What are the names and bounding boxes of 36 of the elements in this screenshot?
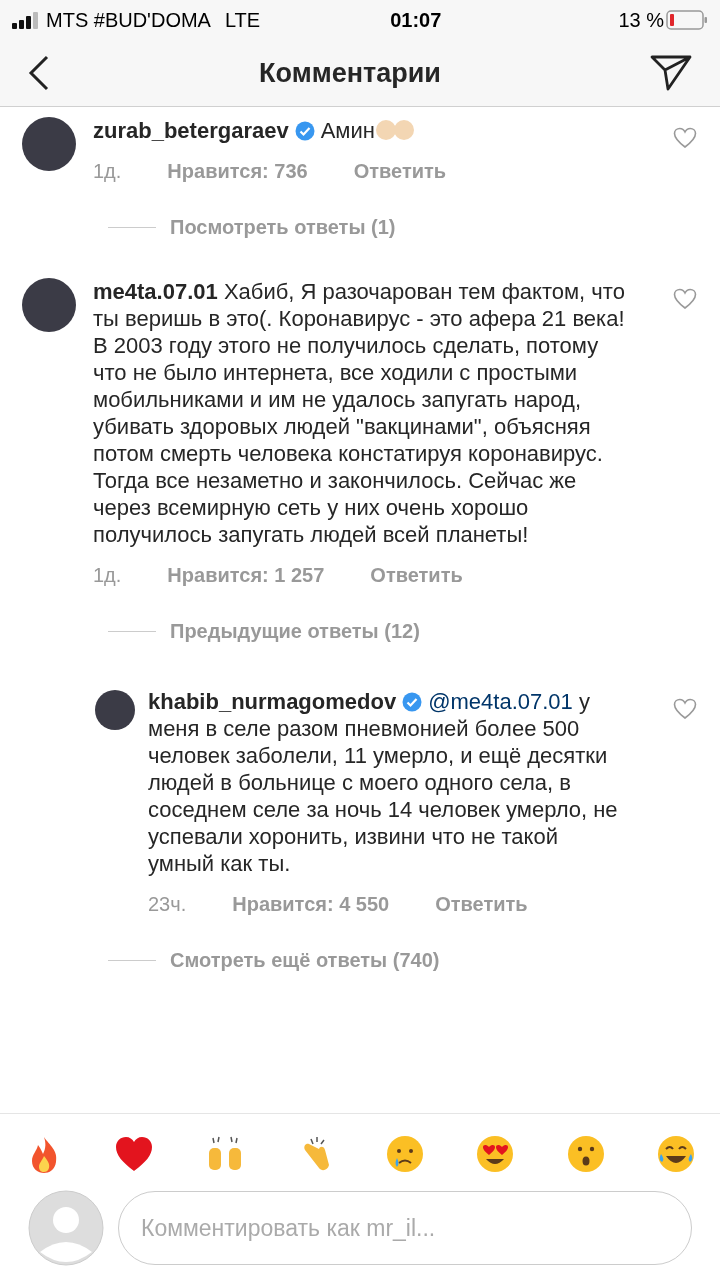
network-type: LTE [224,8,261,33]
comment-time: 1д. [93,159,122,184]
page-title: Комментарии [259,56,441,90]
heart-icon[interactable] [673,288,697,310]
reply-button[interactable]: Ответить [435,889,528,919]
clock: 01:07 [390,8,442,33]
laughing-emoji-icon[interactable] [655,1134,696,1174]
reply-button[interactable]: Ответить [353,156,447,186]
carrier-name: MTS #BUD'DOMA [46,8,211,33]
crying-emoji-icon[interactable] [385,1134,426,1174]
view-replies-link[interactable]: Посмотреть ответы (1) [170,212,396,242]
send-button[interactable] [650,54,692,92]
comment-text: me4ta.07.01 Хабиб, Я разочарован тем фактом, что ты веришь в это(. Коронавирус - это афера 21 века! В 2003 году этого не получилось сделать, потому что не было интернета, все ходили с простыми мобильниками и им не удалось запугать народ, убивать здоровых людей "вакцинами", объясняя потом смерть человека констатируя коронавирус. Тогда все незаметно и закончилось. Сейчас же через всемирную сеть у них очень хорошо получилось запугать людей всей планеты! [93,278,626,548]
heart-icon[interactable] [673,698,697,720]
avatar-photo-placeholder [95,690,135,730]
battery-percent: 13 % [618,8,664,33]
surprised-emoji-icon[interactable] [565,1134,606,1174]
likes-count[interactable]: Нравится: 736 [167,156,308,186]
heart-eyes-emoji-icon[interactable] [475,1134,516,1174]
heart-emoji-icon[interactable] [114,1134,155,1174]
likes-count[interactable]: Нравится: 1 257 [167,560,325,590]
avatar-photo-placeholder [22,117,76,171]
view-replies-link[interactable]: Смотреть ещё ответы (740) [170,945,440,975]
avatar-photo-placeholder [22,278,76,332]
comment-time: 1д. [93,563,122,588]
comment-time: 23ч. [148,892,187,917]
back-button[interactable] [28,55,50,91]
heart-icon[interactable] [673,127,697,149]
battery-icon [666,10,708,30]
reply-button[interactable]: Ответить [370,560,463,590]
signal-icon [12,11,40,29]
likes-count[interactable]: Нравится: 4 550 [232,889,390,919]
view-replies-link[interactable]: Предыдущие ответы (12) [170,616,420,646]
comment-text: zurab_betergaraev Амин [93,117,650,144]
comment-text: khabib_nurmagomedov @me4ta.07.01 у меня в селе разом пневмонией более 500 человек заболели, 11 умерло, и ещё десятки людей в больнице с моего одного села, в соседнем селе за ночь 14 человек умерло, не успевали хоронить, извини что не такой умный как ты. [148,688,619,877]
comment-input[interactable]: Комментировать как mr_il... [118,1191,692,1265]
